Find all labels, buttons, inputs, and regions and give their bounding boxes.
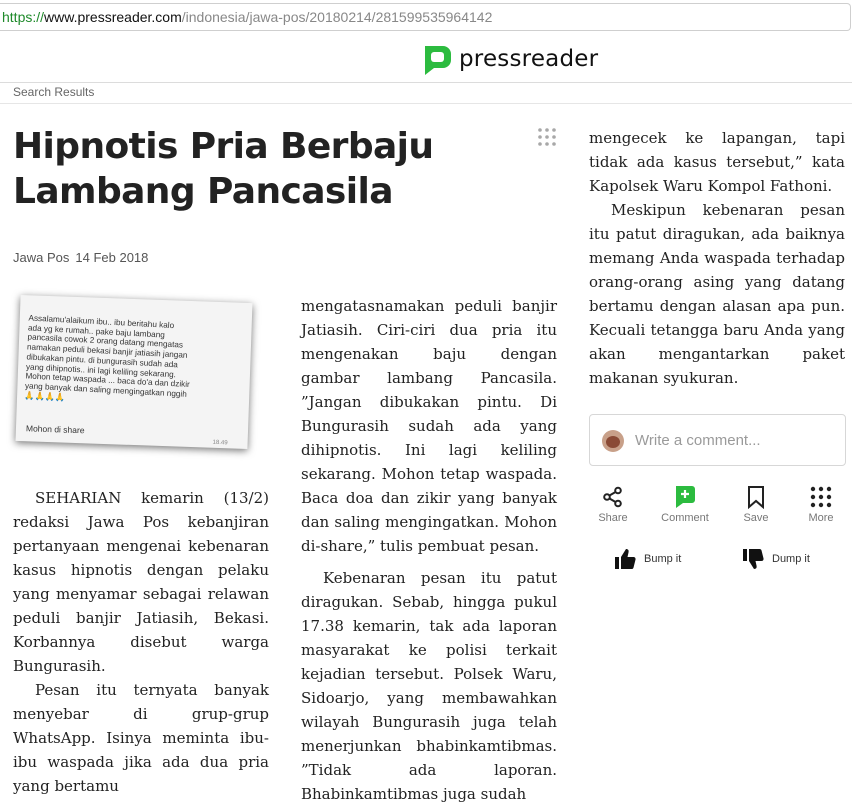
drag-grid-icon[interactable] xyxy=(537,127,557,147)
paragraph: SEHARIAN kemarin (13/2) redaksi Jawa Pos… xyxy=(13,489,269,675)
url-path: /indonesia/jawa-pos/20180214/28159953596… xyxy=(181,9,493,25)
logo-wordmark: pressreader xyxy=(459,46,599,72)
comment-placeholder: Write a comment... xyxy=(635,432,761,449)
bump-button[interactable]: Bump it xyxy=(614,548,681,570)
save-label: Save xyxy=(743,512,769,524)
dump-label: Dump it xyxy=(772,553,810,565)
paragraph: mengecek ke lapangan, tapi tidak ada kas… xyxy=(589,129,845,195)
comment-plus-icon xyxy=(676,486,695,508)
comment-input[interactable]: Write a comment... xyxy=(589,414,846,466)
share-icon xyxy=(603,486,622,508)
dump-button[interactable]: Dump it xyxy=(742,548,810,570)
bookmark-icon xyxy=(748,486,764,509)
message-text: Assalamu'alaikum ibu.. ibu beritahu kalo… xyxy=(24,313,191,403)
article-title: Hipnotis Pria Berbaju Lambang Pancasila xyxy=(13,126,434,212)
message-footer: Mohon di share xyxy=(25,423,85,436)
comment-button[interactable]: Comment xyxy=(655,484,715,524)
pressreader-logo[interactable]: pressreader xyxy=(421,42,598,76)
site-header: pressreader xyxy=(0,34,852,83)
paragraph: Pesan itu ternyata banyak menyebar di gr… xyxy=(13,681,269,795)
breadcrumb: Search Results xyxy=(0,83,852,104)
article-source[interactable]: Jawa Pos xyxy=(13,250,69,265)
url-host: www.pressreader.com xyxy=(44,9,182,25)
share-label: Share xyxy=(598,512,628,524)
article-meta: Jawa Pos 14 Feb 2018 xyxy=(13,250,148,265)
more-grid-icon xyxy=(810,486,832,508)
article-column-2: mengatasnamakan peduli banjir Jatiasih. … xyxy=(301,294,557,806)
more-label: More xyxy=(808,512,834,524)
article-column-1: SEHARIAN kemarin (13/2) redaksi Jawa Pos… xyxy=(13,486,269,798)
pressreader-logo-icon xyxy=(425,46,451,75)
browser-url-bar: https://www.pressreader.com/indonesia/ja… xyxy=(0,0,852,34)
bump-label: Bump it xyxy=(644,553,682,565)
share-button[interactable]: Share xyxy=(583,484,643,524)
address-field[interactable]: https://www.pressreader.com/indonesia/ja… xyxy=(0,3,851,31)
paragraph: mengatasnamakan peduli banjir Jatiasih. … xyxy=(301,297,557,555)
article-column-3: mengecek ke lapangan, tapi tidak ada kas… xyxy=(589,126,845,390)
breadcrumb-search-results[interactable]: Search Results xyxy=(13,85,94,99)
more-button[interactable]: More xyxy=(791,484,851,524)
paragraph: Kebenaran pesan itu patut diragukan. Seb… xyxy=(301,569,557,803)
article-photo[interactable]: Assalamu'alaikum ibu.. ibu beritahu kalo… xyxy=(15,294,261,460)
avatar xyxy=(602,430,624,452)
thumbs-up-icon xyxy=(615,549,636,569)
save-button[interactable]: Save xyxy=(726,484,786,524)
message-screenshot: Assalamu'alaikum ibu.. ibu beritahu kalo… xyxy=(15,294,253,450)
article-date: 14 Feb 2018 xyxy=(75,250,149,265)
thumbs-down-icon xyxy=(743,549,764,569)
paragraph: Meskipun kebenaran pesan itu patut dirag… xyxy=(589,201,845,387)
message-time: 18.49 xyxy=(212,439,228,447)
comment-label: Comment xyxy=(661,512,709,524)
url-scheme: https:// xyxy=(2,9,45,25)
